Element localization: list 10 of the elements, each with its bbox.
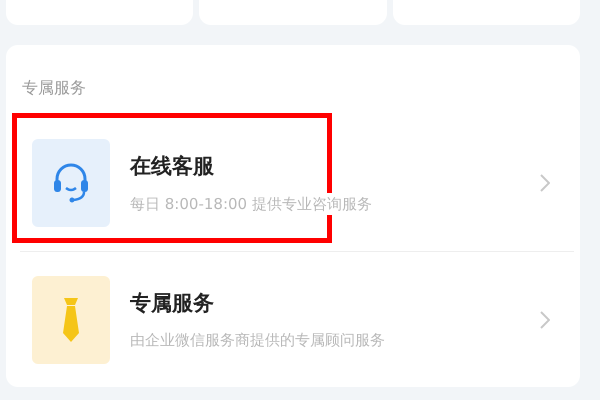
chevron-right-icon bbox=[540, 174, 550, 192]
headset-icon bbox=[51, 161, 91, 205]
item-subtitle: 每日 8:00-18:00 提供专业咨询服务 bbox=[130, 192, 372, 215]
item-title: 专属服务 bbox=[130, 290, 215, 316]
section-title: 专属服务 bbox=[22, 77, 86, 99]
service-item[interactable]: 专属服务 由企业微信服务商提供的专属顾问服务 bbox=[20, 251, 574, 387]
service-item[interactable]: 在线客服 每日 8:00-18:00 提供专业咨询服务 bbox=[20, 115, 574, 251]
tie-icon bbox=[61, 296, 81, 342]
chevron-right-icon bbox=[540, 310, 550, 328]
item-title: 在线客服 bbox=[130, 153, 215, 180]
